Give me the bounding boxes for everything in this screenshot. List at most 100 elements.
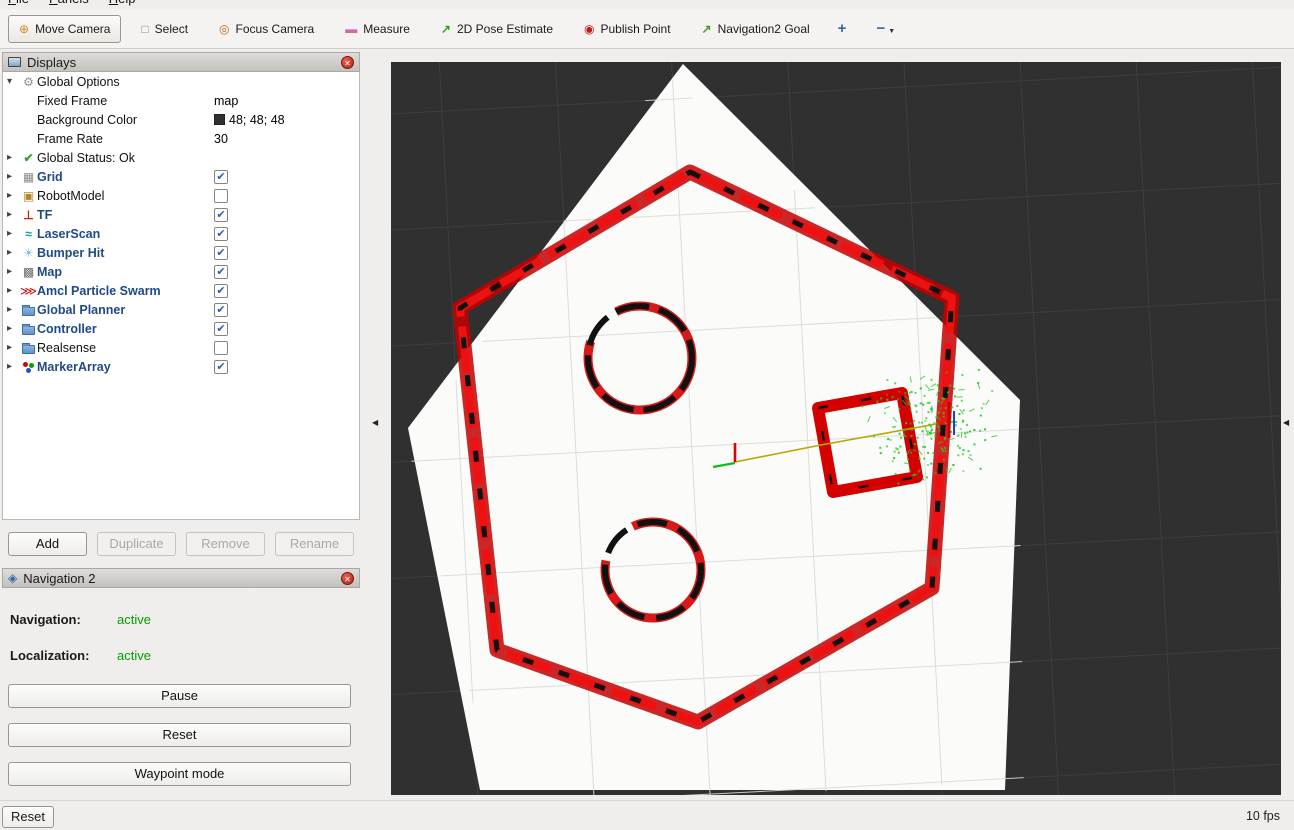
bumper-icon: ☀ [20,247,37,259]
add-button[interactable]: Add [8,532,87,556]
property-value[interactable]: map [214,94,238,108]
display-label: Global Status: Ok [37,151,135,165]
expander-closed-icon[interactable]: ▸ [7,190,20,201]
tool-navigation2-goal[interactable]: ↗ Navigation2 Goal [691,15,821,43]
panel-collapse-arrow-right[interactable]: ◀ [1283,418,1289,427]
move-camera-icon: ⊕ [19,23,29,35]
display-row-frame-rate[interactable]: Frame Rate 30 [3,129,359,148]
navigation-panel-header[interactable]: ◈ Navigation 2 ✕ [2,568,360,588]
display-label: Bumper Hit [37,246,104,260]
display-enabled-checkbox[interactable]: ✔ [214,208,228,222]
navigation-buttons: Pause Reset Waypoint mode [2,684,360,786]
select-icon: □ [141,23,148,35]
display-enabled-checkbox[interactable]: ✔ [214,284,228,298]
expander-closed-icon[interactable]: ▸ [7,304,20,315]
expander-closed-icon[interactable]: ▸ [7,209,20,220]
display-row-map[interactable]: ▸▩Map✔ [3,262,359,281]
display-row-amcl-particle-swarm[interactable]: ▸⋙Amcl Particle Swarm ✔ [3,281,359,300]
display-label: Frame Rate [37,132,103,146]
status-value: active [117,648,151,663]
displays-icon [8,57,21,67]
display-enabled-checkbox[interactable]: ✔ [214,360,228,374]
tool-2d-pose-estimate[interactable]: ↗2D Pose Estimate [430,15,564,43]
reset-view-button[interactable]: Reset [2,806,54,828]
display-row-realsense[interactable]: ▸ Realsense [3,338,359,357]
display-row-global-status-ok[interactable]: ▸✔Global Status: Ok [3,148,359,167]
expander-closed-icon[interactable]: ▸ [7,285,20,296]
tool-label: Move Camera [35,22,110,36]
toolbar-tools: ⊕ Move Camera □Select ◎ Focus Camera ▬Measure… [8,15,830,43]
display-row-markerarray[interactable]: ▸MarkerArray✔ [3,357,359,376]
expander-closed-icon[interactable]: ▸ [7,152,20,163]
nav-goal-icon: ↗ [702,23,712,35]
remove-tool-button[interactable]: −▼ [868,16,903,41]
tool-label: Navigation2 Goal [718,22,810,36]
expander-open-icon[interactable]: ▾ [7,76,20,87]
display-label: Controller [37,322,97,336]
display-row-global-planner[interactable]: ▸Global Planner✔ [3,300,359,319]
expander-closed-icon[interactable]: ▸ [7,228,20,239]
display-row-tf[interactable]: ▸⊥TF✔ [3,205,359,224]
tool-move-camera[interactable]: ⊕ Move Camera [8,15,121,43]
menu-bar: File Panels Help [0,0,1294,9]
expander-closed-icon[interactable]: ▸ [7,266,20,277]
status-localization: Localization:active [10,648,360,663]
display-row-global-options[interactable]: ▾⚙Global Options [3,72,359,91]
property-value[interactable]: 48; 48; 48 [229,113,285,127]
status-label: Navigation: [10,612,117,627]
display-row-laserscan[interactable]: ▸≈LaserScan✔ [3,224,359,243]
display-row-fixed-frame[interactable]: Fixed Framemap [3,91,359,110]
expander-closed-icon[interactable]: ▸ [7,323,20,334]
display-label: Background Color [37,113,137,127]
pause-button[interactable]: Pause [8,684,351,708]
measure-icon: ▬ [345,23,357,35]
displays-tree: ▾⚙Global OptionsFixed FramemapBackground… [2,72,360,520]
minus-icon: − [876,20,885,37]
display-enabled-checkbox[interactable] [214,341,228,355]
render-viewport[interactable] [391,62,1281,795]
tool-focus-camera[interactable]: ◎ Focus Camera [208,15,325,43]
panel-collapse-arrow-left[interactable]: ◀ [372,418,378,427]
display-row-controller[interactable]: ▸ Controller ✔ [3,319,359,338]
display-row-bumper-hit[interactable]: ▸☀Bumper Hit ✔ [3,243,359,262]
display-enabled-checkbox[interactable] [214,189,228,203]
expander-closed-icon[interactable]: ▸ [7,247,20,258]
add-tool-button[interactable]: + [830,16,855,41]
expander-closed-icon[interactable]: ▸ [7,171,20,182]
tool-measure[interactable]: ▬Measure [334,15,421,43]
expander-closed-icon[interactable]: ▸ [7,361,20,372]
menu-panels[interactable]: Panels [49,0,89,6]
publish-point-icon: ◉ [584,23,594,35]
display-label: Amcl Particle Swarm [37,284,161,298]
focus-camera-icon: ◎ [219,23,229,35]
color-swatch [214,114,225,125]
display-label: Realsense [37,341,96,355]
tool-label: Focus Camera [236,22,315,36]
display-row-robotmodel[interactable]: ▸▣RobotModel [3,186,359,205]
tool-select[interactable]: □Select [130,15,199,43]
display-enabled-checkbox[interactable]: ✔ [214,265,228,279]
expander-closed-icon[interactable]: ▸ [7,342,20,353]
display-row-background-color[interactable]: Background Color 48; 48; 48 [3,110,359,129]
display-enabled-checkbox[interactable]: ✔ [214,170,228,184]
status-ok-icon: ✔ [20,152,37,164]
menu-file[interactable]: File [8,0,29,6]
display-enabled-checkbox[interactable]: ✔ [214,322,228,336]
display-enabled-checkbox[interactable]: ✔ [214,227,228,241]
waypoint-mode-button[interactable]: Waypoint mode [8,762,351,786]
display-enabled-checkbox[interactable]: ✔ [214,303,228,317]
menu-help[interactable]: Help [109,0,136,6]
display-enabled-checkbox[interactable]: ✔ [214,246,228,260]
property-value[interactable]: 30 [214,132,228,146]
grid-icon: ▦ [20,171,37,183]
displays-panel-header[interactable]: Displays ✕ [2,52,360,72]
tool-publish-point[interactable]: ◉Publish Point [573,15,682,43]
close-icon[interactable]: ✕ [341,56,354,69]
remove-button: Remove [186,532,265,556]
duplicate-button: Duplicate [97,532,176,556]
particle-swarm-icon: ⋙ [20,285,37,297]
fps-indicator: 10 fps [1246,809,1280,823]
display-row-grid[interactable]: ▸▦Grid✔ [3,167,359,186]
reset-button[interactable]: Reset [8,723,351,747]
close-icon[interactable]: ✕ [341,572,354,585]
